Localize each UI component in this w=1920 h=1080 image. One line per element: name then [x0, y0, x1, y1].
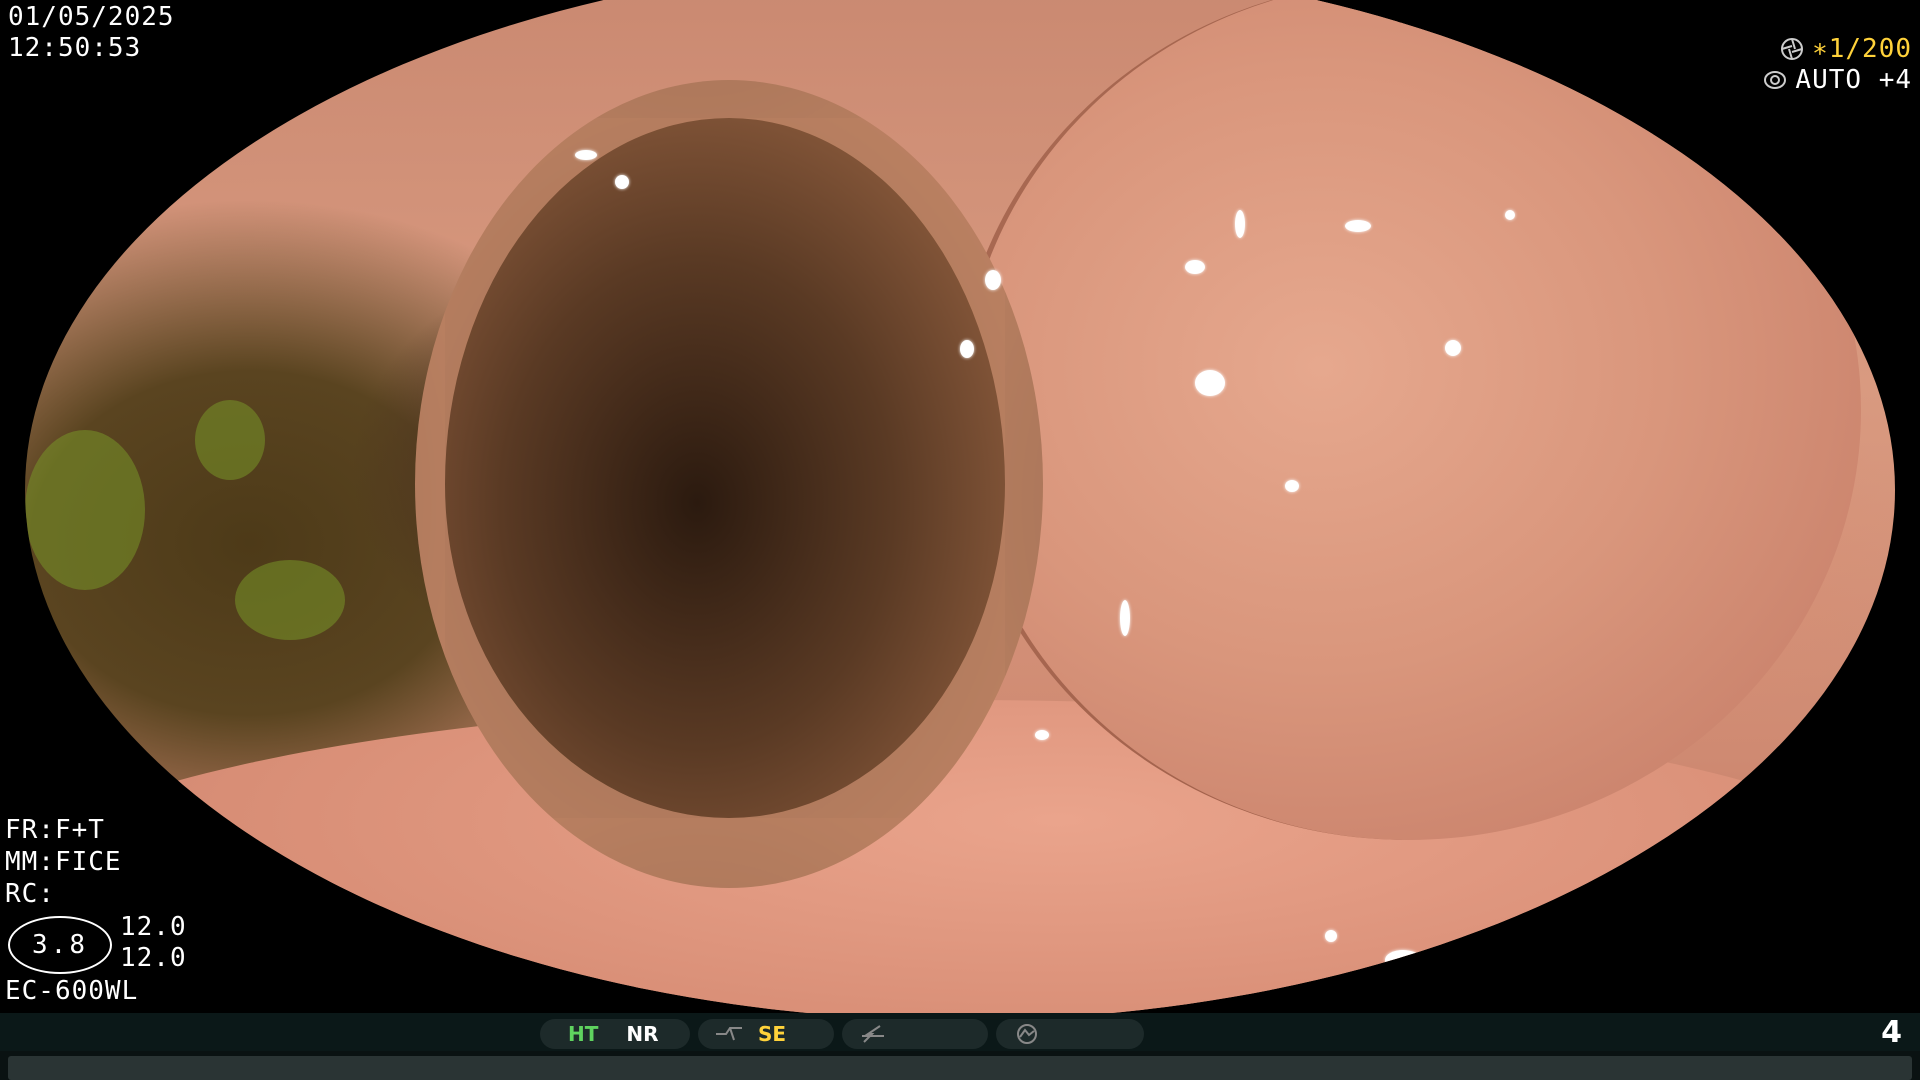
frame-number: 4 — [1881, 1015, 1902, 1050]
brightness-pill — [996, 1019, 1144, 1049]
freeze-mode: FR:F+T — [5, 815, 105, 845]
structure-pill: SE — [698, 1019, 834, 1049]
se-indicator: SE — [758, 1022, 787, 1046]
flash-pill — [842, 1019, 988, 1049]
enhance-value-top: 12.0 — [120, 912, 187, 942]
iris-mode: AUTO +4 — [1795, 65, 1912, 95]
measure-mode: MM:FICE — [5, 847, 122, 877]
record-mode: RC: — [5, 879, 55, 909]
scope-model: EC-600WL — [5, 976, 139, 1006]
highlight — [985, 270, 1001, 290]
highlight — [1445, 340, 1461, 356]
highlight — [1505, 210, 1515, 220]
iris-icon — [1764, 71, 1787, 89]
highlight — [1285, 480, 1299, 492]
highlight — [960, 340, 974, 358]
nr-indicator: NR — [626, 1022, 659, 1046]
shutter-row: ∗1/200 — [1780, 34, 1912, 64]
residue-spot — [195, 400, 265, 480]
highlight — [575, 150, 597, 160]
highlight — [1325, 930, 1337, 942]
flash-icon — [862, 1025, 884, 1043]
highlight — [445, 15, 465, 25]
enhance-value-bottom: 12.0 — [120, 943, 187, 973]
residue-spot — [235, 560, 345, 640]
brightness-icon — [1017, 1024, 1037, 1044]
highlight — [1235, 210, 1245, 238]
highlight — [615, 175, 629, 189]
structure-icon — [716, 1027, 742, 1041]
color-enhance-badge: 3.8 — [8, 916, 112, 974]
highlight — [1035, 730, 1049, 740]
lumen-opening — [415, 80, 1043, 888]
endoscope-image — [25, 0, 1895, 1020]
status-bar-lower — [8, 1056, 1912, 1080]
residue-spot — [25, 430, 145, 590]
date-readout: 01/05/2025 — [8, 2, 175, 32]
highlight — [1385, 950, 1421, 970]
time-readout: 12:50:53 — [8, 33, 142, 63]
status-bar: HT NR SE 4 — [0, 1013, 1920, 1080]
mucosa-fold-right — [955, 0, 1861, 840]
iris-row: AUTO +4 — [1763, 65, 1912, 95]
highlight — [1120, 600, 1130, 636]
highlight — [1185, 260, 1205, 274]
ht-nr-pill: HT NR — [540, 1019, 690, 1049]
highlight — [1195, 370, 1225, 396]
status-bar-top: HT NR SE 4 — [0, 1013, 1920, 1051]
shutter-speed: ∗1/200 — [1812, 34, 1912, 64]
shutter-icon — [1781, 38, 1804, 60]
ht-indicator: HT — [568, 1022, 599, 1046]
highlight — [1345, 220, 1371, 232]
